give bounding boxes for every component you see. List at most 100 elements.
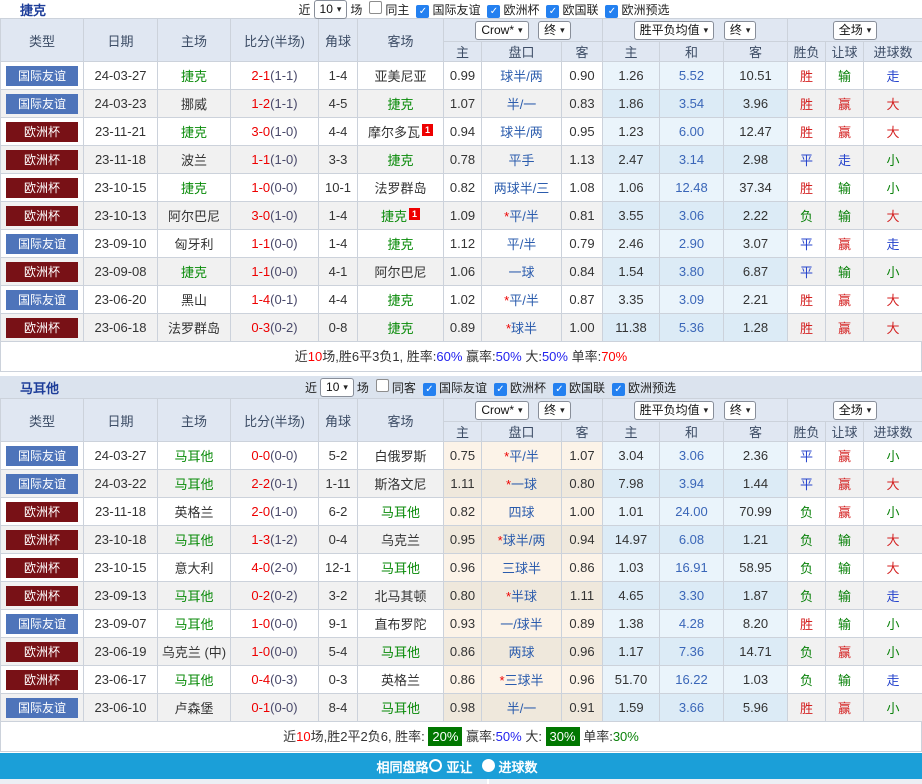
cell-type[interactable]: 欧洲杯 — [1, 146, 84, 174]
cell-handicap[interactable]: 两球半/三 — [482, 174, 562, 202]
cell-score[interactable]: 1-0(0-0) — [231, 174, 319, 202]
cell-type[interactable]: 欧洲杯 — [1, 582, 84, 610]
cell-handicap[interactable]: 一球 — [482, 258, 562, 286]
cell-away[interactable]: 捷克 — [358, 146, 444, 174]
league-type-badge[interactable]: 欧洲杯 — [6, 586, 78, 606]
cell-away[interactable]: 摩尔多瓦1 — [358, 118, 444, 146]
cell-type[interactable]: 欧洲杯 — [1, 666, 84, 694]
cell-score[interactable]: 1-3(1-2) — [231, 526, 319, 554]
cell-handicap[interactable]: 半/一 — [482, 90, 562, 118]
radio-checked-icon[interactable] — [482, 759, 495, 772]
cell-score[interactable]: 1-0(0-0) — [231, 610, 319, 638]
cell-score[interactable]: 1-1(0-0) — [231, 258, 319, 286]
checkbox[interactable]: ✓ — [416, 5, 429, 18]
avg-stage-select[interactable]: 终▾ — [724, 21, 757, 40]
cell-home[interactable]: 法罗群岛 — [158, 314, 231, 342]
league-type-badge[interactable]: 欧洲杯 — [6, 150, 78, 170]
cell-handicap[interactable]: *三球半 — [482, 666, 562, 694]
cell-type[interactable]: 欧洲杯 — [1, 526, 84, 554]
cell-score[interactable]: 1-1(0-0) — [231, 230, 319, 258]
cell-handicap[interactable]: 三球半 — [482, 554, 562, 582]
cell-type[interactable]: 国际友谊 — [1, 470, 84, 498]
cell-type[interactable]: 欧洲杯 — [1, 202, 84, 230]
checkbox[interactable]: ✓ — [487, 5, 500, 18]
league-type-badge[interactable]: 国际友谊 — [6, 446, 78, 466]
checkbox[interactable]: ✓ — [553, 383, 566, 396]
radio-unchecked-icon[interactable] — [429, 759, 442, 772]
cell-away[interactable]: 北马其顿 — [358, 582, 444, 610]
cell-score[interactable]: 0-4(0-3) — [231, 666, 319, 694]
cell-home[interactable]: 马耳他 — [158, 526, 231, 554]
cell-home[interactable]: 马耳他 — [158, 610, 231, 638]
cell-away[interactable]: 捷克 — [358, 314, 444, 342]
league-type-badge[interactable]: 欧洲杯 — [6, 558, 78, 578]
cell-type[interactable]: 国际友谊 — [1, 230, 84, 258]
cell-home[interactable]: 挪威 — [158, 90, 231, 118]
cell-home[interactable]: 捷克 — [158, 258, 231, 286]
bookmaker-select[interactable]: Crow*▾ — [475, 21, 528, 40]
league-type-badge[interactable]: 国际友谊 — [6, 698, 78, 718]
cell-away[interactable]: 阿尔巴尼 — [358, 258, 444, 286]
recent-count-select[interactable]: 10▾ — [314, 0, 348, 19]
recent-count-select[interactable]: 10▾ — [320, 378, 354, 397]
avg-odds-select[interactable]: 胜平负均值▾ — [634, 401, 715, 420]
league-type-badge[interactable]: 国际友谊 — [6, 290, 78, 310]
cell-type[interactable]: 国际友谊 — [1, 286, 84, 314]
cell-handicap[interactable]: 一/球半 — [482, 610, 562, 638]
league-type-badge[interactable]: 欧洲杯 — [6, 262, 78, 282]
cell-score[interactable]: 4-0(2-0) — [231, 554, 319, 582]
cell-type[interactable]: 国际友谊 — [1, 694, 84, 722]
cell-handicap[interactable]: 平手 — [482, 146, 562, 174]
cell-away[interactable]: 捷克 — [358, 90, 444, 118]
cell-away[interactable]: 白俄罗斯 — [358, 442, 444, 470]
checkbox[interactable]: ✓ — [605, 5, 618, 18]
cell-home[interactable]: 捷克 — [158, 62, 231, 90]
cell-home[interactable]: 匈牙利 — [158, 230, 231, 258]
checkbox[interactable]: ✓ — [546, 5, 559, 18]
league-type-badge[interactable]: 欧洲杯 — [6, 178, 78, 198]
cell-score[interactable]: 2-1(1-1) — [231, 62, 319, 90]
league-type-badge[interactable]: 欧洲杯 — [6, 318, 78, 338]
cell-handicap[interactable]: *半球 — [482, 582, 562, 610]
league-type-badge[interactable]: 欧洲杯 — [6, 670, 78, 690]
cell-away[interactable]: 马耳他 — [358, 638, 444, 666]
league-type-badge[interactable]: 国际友谊 — [6, 614, 78, 634]
cell-score[interactable]: 0-0(0-0) — [231, 442, 319, 470]
cell-score[interactable]: 0-2(0-2) — [231, 582, 319, 610]
cell-type[interactable]: 欧洲杯 — [1, 118, 84, 146]
cell-score[interactable]: 3-0(1-0) — [231, 202, 319, 230]
bookmaker-select[interactable]: Crow*▾ — [475, 401, 528, 420]
cell-handicap[interactable]: *一球 — [482, 470, 562, 498]
cell-type[interactable]: 欧洲杯 — [1, 638, 84, 666]
cell-type[interactable]: 欧洲杯 — [1, 498, 84, 526]
league-type-badge[interactable]: 国际友谊 — [6, 66, 78, 86]
league-type-badge[interactable]: 欧洲杯 — [6, 502, 78, 522]
cell-home[interactable]: 英格兰 — [158, 498, 231, 526]
cell-home[interactable]: 马耳他 — [158, 582, 231, 610]
cell-home[interactable]: 阿尔巴尼 — [158, 202, 231, 230]
cell-handicap[interactable]: 半/一 — [482, 694, 562, 722]
cell-type[interactable]: 国际友谊 — [1, 90, 84, 118]
cell-home[interactable]: 马耳他 — [158, 470, 231, 498]
scope-select[interactable]: 全场▾ — [833, 21, 878, 40]
cell-handicap[interactable]: *平/半 — [482, 286, 562, 314]
league-type-badge[interactable]: 国际友谊 — [6, 94, 78, 114]
cell-type[interactable]: 欧洲杯 — [1, 174, 84, 202]
cell-score[interactable]: 1-1(1-0) — [231, 146, 319, 174]
league-type-badge[interactable]: 欧洲杯 — [6, 530, 78, 550]
cell-type[interactable]: 欧洲杯 — [1, 554, 84, 582]
bottom-option-label[interactable]: 亚让 — [446, 760, 472, 775]
cell-away[interactable]: 乌克兰 — [358, 526, 444, 554]
cell-handicap[interactable]: *平/半 — [482, 202, 562, 230]
cell-home[interactable]: 捷克 — [158, 174, 231, 202]
avg-odds-select[interactable]: 胜平负均值▾ — [634, 21, 715, 40]
cell-score[interactable]: 2-2(0-1) — [231, 470, 319, 498]
checkbox[interactable]: ✓ — [494, 383, 507, 396]
cell-home[interactable]: 卢森堡 — [158, 694, 231, 722]
cell-away[interactable]: 直布罗陀 — [358, 610, 444, 638]
cell-type[interactable]: 国际友谊 — [1, 442, 84, 470]
cell-away[interactable]: 马耳他 — [358, 554, 444, 582]
cell-away[interactable]: 捷克 — [358, 230, 444, 258]
cell-handicap[interactable]: 四球 — [482, 498, 562, 526]
cell-home[interactable]: 马耳他 — [158, 442, 231, 470]
